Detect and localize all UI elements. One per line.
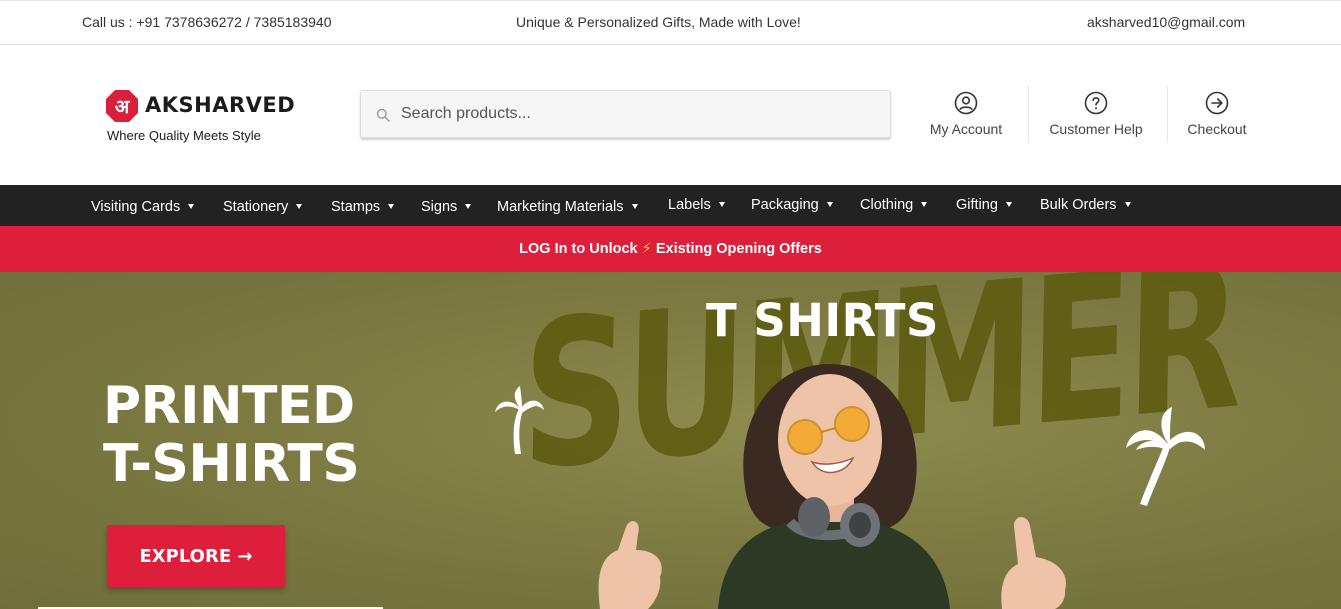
nav-item-label: Bulk Orders bbox=[1040, 197, 1117, 213]
contact-phone[interactable]: Call us : +91 7378636272 / 7385183940 bbox=[82, 14, 332, 30]
contact-email[interactable]: aksharved10@gmail.com bbox=[1087, 14, 1245, 30]
site-header: अ AKSHARVED Where Quality Meets Style My… bbox=[0, 45, 1341, 185]
nav-item-stationery[interactable]: Stationery bbox=[223, 187, 303, 228]
my-account-link[interactable]: My Account bbox=[918, 85, 1014, 155]
caret-down-icon bbox=[188, 203, 195, 209]
caret-down-icon bbox=[465, 203, 472, 209]
search-icon[interactable] bbox=[376, 108, 390, 122]
nav-item-label: Stationery bbox=[223, 199, 289, 215]
hero-title: PRINTED T-SHIRTS bbox=[103, 376, 360, 494]
nav-item-label: Gifting bbox=[956, 197, 998, 213]
nav-item-gifting[interactable]: Gifting bbox=[956, 185, 1012, 226]
nav-item-label: Packaging bbox=[751, 197, 819, 213]
header-divider bbox=[1028, 85, 1029, 143]
promo-banner[interactable]: LOG In to Unlock ⚡ Existing Opening Offe… bbox=[0, 226, 1341, 272]
nav-item-stamps[interactable]: Stamps bbox=[331, 187, 395, 228]
user-circle-icon bbox=[954, 91, 978, 115]
promo-text-right: Existing Opening Offers bbox=[655, 241, 822, 257]
palm-tree-icon bbox=[1126, 407, 1205, 506]
site-logo[interactable]: अ AKSHARVED Where Quality Meets Style bbox=[105, 89, 295, 147]
customer-help-label: Customer Help bbox=[1049, 121, 1143, 137]
nav-item-bulk-orders[interactable]: Bulk Orders bbox=[1040, 185, 1131, 226]
nav-item-clothing[interactable]: Clothing bbox=[860, 185, 928, 226]
logo-tagline: Where Quality Meets Style bbox=[107, 128, 261, 143]
nav-item-labels[interactable]: Labels bbox=[668, 185, 725, 226]
palm-tree-icon bbox=[495, 386, 544, 454]
caret-down-icon bbox=[1124, 201, 1131, 207]
nav-item-marketing-materials[interactable]: Marketing Materials bbox=[497, 187, 638, 228]
nav-item-visiting-cards[interactable]: Visiting Cards bbox=[91, 187, 195, 228]
store-tagline: Unique & Personalized Gifts, Made with L… bbox=[516, 14, 801, 30]
nav-item-label: Marketing Materials bbox=[497, 199, 624, 215]
checkout-link[interactable]: Checkout bbox=[1177, 85, 1257, 155]
nav-item-label: Signs bbox=[421, 199, 458, 215]
nav-item-label: Labels bbox=[668, 197, 711, 213]
caret-down-icon bbox=[631, 203, 638, 209]
nav-item-label: Visiting Cards bbox=[91, 199, 181, 215]
hero-title-line: PRINTED bbox=[103, 376, 355, 436]
caret-down-icon bbox=[388, 203, 395, 209]
arrow-circle-right-icon bbox=[1205, 91, 1229, 115]
search-box bbox=[360, 90, 891, 138]
nav-item-signs[interactable]: Signs bbox=[421, 187, 472, 228]
help-circle-icon bbox=[1084, 91, 1108, 115]
main-nav: Visiting Cards Stationery Stamps Signs M… bbox=[0, 185, 1341, 226]
header-divider bbox=[1167, 85, 1168, 143]
lightning-icon: ⚡ bbox=[641, 241, 652, 257]
hero-title-line: T-SHIRTS bbox=[103, 434, 360, 494]
model-photo bbox=[598, 364, 1066, 609]
checkout-label: Checkout bbox=[1187, 121, 1247, 137]
nav-item-label: Stamps bbox=[331, 199, 381, 215]
logo-name: AKSHARVED bbox=[145, 93, 296, 117]
top-info-bar: Call us : +91 7378636272 / 7385183940 Un… bbox=[0, 0, 1341, 45]
logo-badge-letter: अ bbox=[115, 96, 131, 118]
explore-button[interactable]: EXPLORE → bbox=[107, 525, 285, 587]
customer-help-link[interactable]: Customer Help bbox=[1038, 85, 1154, 155]
caret-down-icon bbox=[718, 201, 725, 207]
caret-down-icon bbox=[921, 201, 928, 207]
nav-item-packaging[interactable]: Packaging bbox=[751, 185, 833, 226]
promo-text-left: LOG In to Unlock bbox=[519, 241, 638, 257]
my-account-label: My Account bbox=[929, 121, 1003, 137]
hero-banner: SUMMER T SHIRTS bbox=[0, 272, 1341, 609]
search-input[interactable] bbox=[401, 91, 881, 137]
caret-down-icon bbox=[1005, 201, 1012, 207]
logo-badge-icon: अ bbox=[106, 90, 138, 122]
nav-item-label: Clothing bbox=[860, 197, 914, 213]
caret-down-icon bbox=[826, 201, 833, 207]
caret-down-icon bbox=[296, 203, 303, 209]
